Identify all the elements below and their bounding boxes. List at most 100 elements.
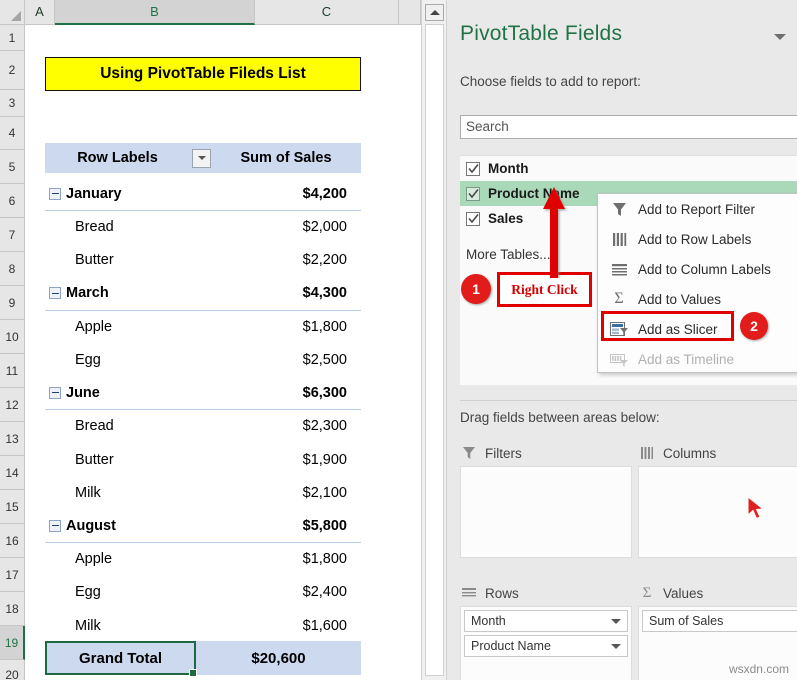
collapse-icon[interactable] [49,386,61,399]
panel-collapse-button[interactable] [773,32,787,42]
table-row[interactable]: June $6,300 [45,376,361,411]
check-icon [467,164,479,174]
pivot-item-text: Egg [75,584,101,601]
area-columns[interactable]: Columns [638,440,797,558]
pivot-item-label: Bread [45,418,195,434]
row-header-1[interactable]: 1 [0,25,25,51]
pivot-item-label: Butter [45,252,195,268]
annotation-badge-1: 1 [461,274,491,304]
column-header-b[interactable]: B [55,0,255,25]
row-labels-filter-button[interactable] [192,148,211,168]
menu-item-add-to-values[interactable]: Σ Add to Values [598,284,797,314]
pivot-item-text: Bread [75,418,114,435]
table-row[interactable]: Bread $2,300 [45,409,361,443]
select-all-corner[interactable] [0,0,25,25]
pivot-item-text: Apple [75,318,113,335]
row-header-9[interactable]: 9 [0,286,25,320]
checkbox-icon[interactable] [466,186,480,201]
sheet-vertical-scrollbar[interactable] [421,0,446,680]
spreadsheet-area: ABC 1 2 3 4 5 6 7 8 9 10 11 12 13 14 15 16 17 18 19 20 Usin… [0,0,446,680]
table-row[interactable]: Butter $1,900 [45,443,361,477]
field-chip[interactable]: Month [464,610,628,632]
table-row[interactable]: Bread $2,000 [45,210,361,244]
row-header-19[interactable]: 19 [0,626,25,660]
table-row[interactable]: Milk $1,600 [45,609,361,643]
scroll-up-button[interactable] [425,4,444,21]
column-header-a[interactable]: A [25,0,55,25]
scrollbar-track[interactable] [425,24,444,676]
area-rows[interactable]: Rows Month Product Name [460,580,632,680]
pivot-value-cell: $1,800 [302,318,347,335]
area-header: Columns [638,440,797,466]
row-header-18[interactable]: 18 [0,592,25,626]
row-header-17[interactable]: 17 [0,558,25,592]
cell-grid[interactable]: Using PivotTable Fileds List Row Labels … [25,25,421,680]
row-header-8[interactable]: 8 [0,252,25,286]
row-header-12[interactable]: 12 [0,388,25,422]
grand-total-label-cell[interactable]: Grand Total [45,641,197,677]
pivot-group-label: June [45,385,195,401]
collapse-icon[interactable] [49,519,61,532]
table-row[interactable]: Apple $1,800 [45,542,361,576]
row-header-2[interactable]: 2 [0,51,25,90]
menu-item-add-to-row-labels[interactable]: Add to Row Labels [598,224,797,254]
field-context-menu[interactable]: Add to Report Filter Add to Row Labels Add… [597,193,797,373]
row-header-13[interactable]: 13 [0,422,25,456]
pivot-item-text: Egg [75,352,101,368]
triangle-up-icon [429,10,440,15]
row-header-14[interactable]: 14 [0,456,25,490]
field-chip[interactable]: Product Name [464,635,628,657]
menu-item-label: Add to Report Filter [638,201,756,217]
collapse-icon[interactable] [49,187,61,200]
area-filters[interactable]: Filters [460,440,632,558]
area-header: Filters [460,440,632,466]
column-header-strip: ABC [25,0,421,25]
row-header-16[interactable]: 16 [0,524,25,558]
row-header-10[interactable]: 10 [0,320,25,354]
table-row[interactable]: Egg $2,400 [45,575,361,609]
pivot-value-cell: $4,200 [302,185,347,202]
row-header-5[interactable]: 5 [0,150,25,184]
areas-container: Filters Columns Rows Month Product Name Σ Valu… [460,440,797,680]
row-header-6[interactable]: 6 [0,184,25,218]
table-row[interactable]: Apple $1,800 [45,310,361,344]
select-all-triangle-icon [11,11,21,21]
row-header-7[interactable]: 7 [0,218,25,252]
chevron-down-icon[interactable] [611,643,621,649]
row-header-11[interactable]: 11 [0,354,25,388]
row-header-4[interactable]: 4 [0,117,25,150]
menu-item-add-to-column-labels[interactable]: Add to Column Labels [598,254,797,284]
menu-item-add-to-report-filter[interactable]: Add to Report Filter [598,194,797,224]
row-header-15[interactable]: 15 [0,490,25,524]
table-row[interactable]: Butter $2,200 [45,243,361,277]
area-title: Filters [485,445,522,461]
pivot-item-label: Milk [45,485,195,501]
panel-title: PivotTable Fields [460,22,623,45]
table-row[interactable]: Milk $2,100 [45,476,361,510]
column-header-blank[interactable] [399,0,421,25]
table-row[interactable]: Egg $2,500 [45,343,361,377]
search-input[interactable]: Search [460,115,797,139]
timeline-icon [606,352,632,367]
row-header-3[interactable]: 3 [0,90,25,117]
field-chip[interactable]: Sum of Sales [642,610,797,632]
row-header-20[interactable]: 20 [0,660,25,680]
chevron-down-icon[interactable] [611,618,621,624]
collapse-icon[interactable] [49,287,61,300]
field-item-month[interactable]: Month [460,156,797,181]
checkbox-icon[interactable] [466,211,480,226]
grand-total-value-cell[interactable]: $20,600 [196,650,361,667]
table-row[interactable]: March $4,300 [45,277,361,311]
pivot-item-label: Bread [45,219,195,235]
checkbox-icon[interactable] [466,161,480,176]
table-row[interactable]: January $4,200 [45,177,361,211]
area-dropzone[interactable] [638,466,797,558]
area-dropzone[interactable]: Month Product Name [460,606,632,680]
column-header-c[interactable]: C [255,0,399,25]
menu-item-label: Add to Row Labels [638,231,752,247]
columns-icon [638,446,656,460]
table-row[interactable]: August $5,800 [45,509,361,543]
sheet-title-cell[interactable]: Using PivotTable Fileds List [45,57,361,91]
area-dropzone[interactable] [460,466,632,558]
field-item-label: Month [488,161,529,176]
